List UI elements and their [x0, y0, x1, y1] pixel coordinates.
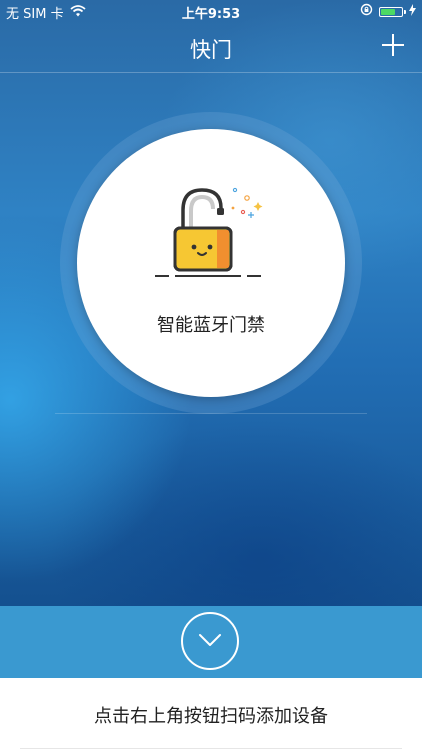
- hint-area: 点击右上角按钮扫码添加设备: [0, 678, 422, 750]
- nav-bar: 快门: [0, 22, 422, 72]
- status-time: 上午9:53: [181, 7, 241, 22]
- device-card-button[interactable]: 智能蓝牙门禁: [77, 129, 345, 397]
- nav-divider: [0, 72, 422, 73]
- hint-divider: [20, 748, 402, 749]
- device-label: 智能蓝牙门禁: [157, 315, 265, 336]
- hint-text: 点击右上角按钮扫码添加设备: [94, 706, 328, 727]
- page-title: 快门: [190, 38, 232, 62]
- status-right: [360, 3, 416, 20]
- expand-button[interactable]: [181, 612, 239, 670]
- battery-icon: [379, 6, 406, 17]
- smiling-padlock-icon: [155, 184, 265, 284]
- rotation-lock-icon: [360, 3, 373, 20]
- add-device-button[interactable]: [382, 34, 404, 56]
- status-bar: 无 SIM 卡 上午9:53: [0, 0, 422, 22]
- divider-line: [55, 413, 367, 414]
- charging-bolt-icon: [409, 3, 416, 20]
- chevron-down-icon: [199, 634, 221, 646]
